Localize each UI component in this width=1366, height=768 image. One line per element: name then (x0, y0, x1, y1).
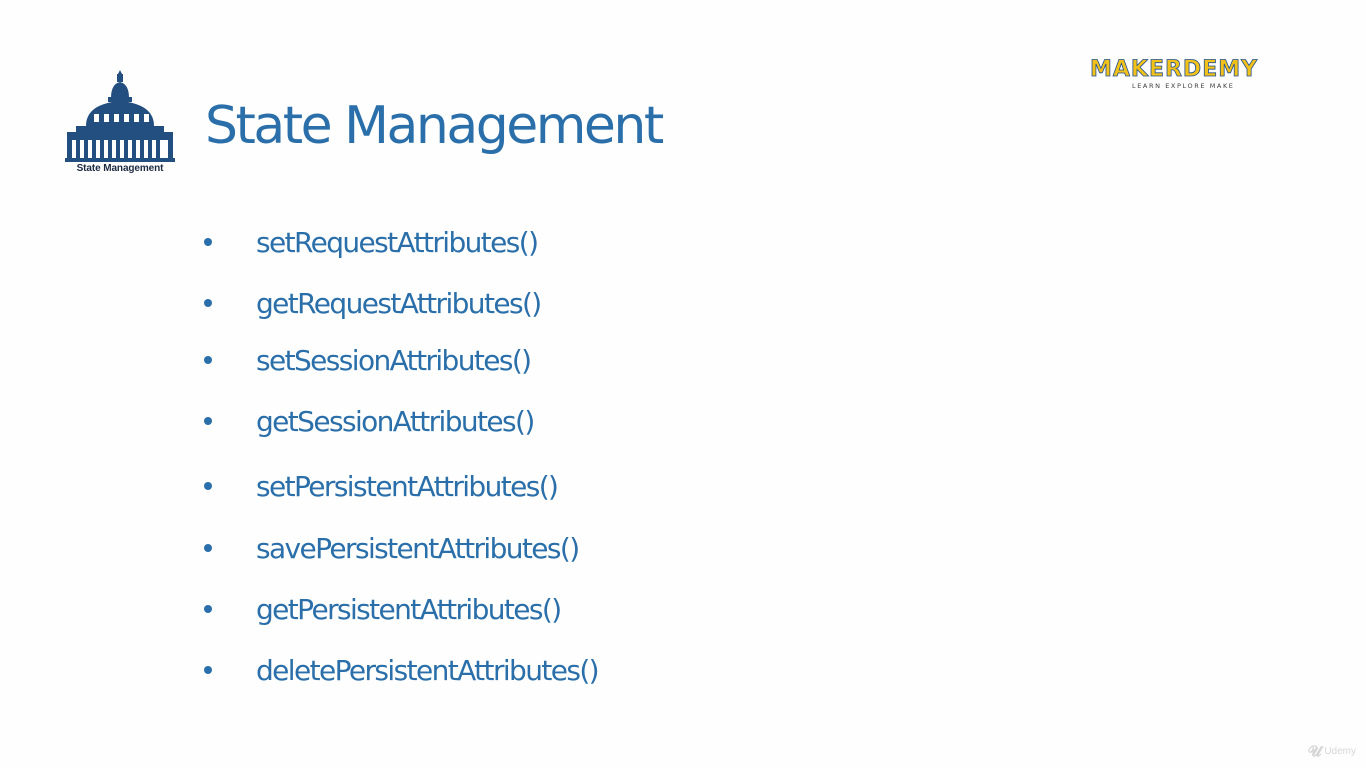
icon-caption: State Management (76, 163, 164, 174)
list-item-text: deletePersistentAttributes() (256, 653, 600, 687)
bullet-icon (204, 605, 212, 613)
bullet-icon (204, 299, 212, 307)
bullet-icon (204, 666, 212, 674)
list-item: getRequestAttributes() (204, 283, 542, 323)
slide: State Management State Management MAKERD… (0, 0, 1366, 768)
list-item: setPersistentAttributes() (204, 466, 559, 506)
list-item: getSessionAttributes() (204, 401, 535, 441)
list-item: deletePersistentAttributes() (204, 650, 600, 690)
list-item-text: setSessionAttributes() (256, 343, 532, 377)
list-item-text: getRequestAttributes() (256, 286, 542, 320)
udemy-logo-icon: 𝓤 (1308, 742, 1322, 760)
bullet-icon (204, 417, 212, 425)
bullet-icon (204, 544, 212, 552)
list-item: setRequestAttributes() (204, 222, 539, 262)
bullet-icon (204, 482, 212, 490)
makerdemy-logo: MAKERDEMY LEARN EXPLORE MAKE (1090, 57, 1284, 93)
list-item: getPersistentAttributes() (204, 589, 562, 629)
slide-title: State Management (205, 96, 664, 156)
list-item-text: savePersistentAttributes() (256, 531, 580, 565)
list-item-text: getSessionAttributes() (256, 404, 535, 438)
list-item-text: setRequestAttributes() (256, 225, 539, 259)
list-item-text: getPersistentAttributes() (256, 592, 562, 626)
watermark-text: Udemy (1324, 745, 1356, 757)
list-item: setSessionAttributes() (204, 340, 532, 380)
list-item-text: setPersistentAttributes() (256, 469, 559, 503)
logo-tagline: LEARN EXPLORE MAKE (1132, 82, 1235, 90)
udemy-watermark: 𝓤 Udemy (1308, 742, 1356, 760)
logo-wordmark: MAKERDEMY (1090, 57, 1259, 83)
bullet-icon (204, 356, 212, 364)
bullet-icon (204, 238, 212, 246)
list-item: savePersistentAttributes() (204, 528, 580, 568)
